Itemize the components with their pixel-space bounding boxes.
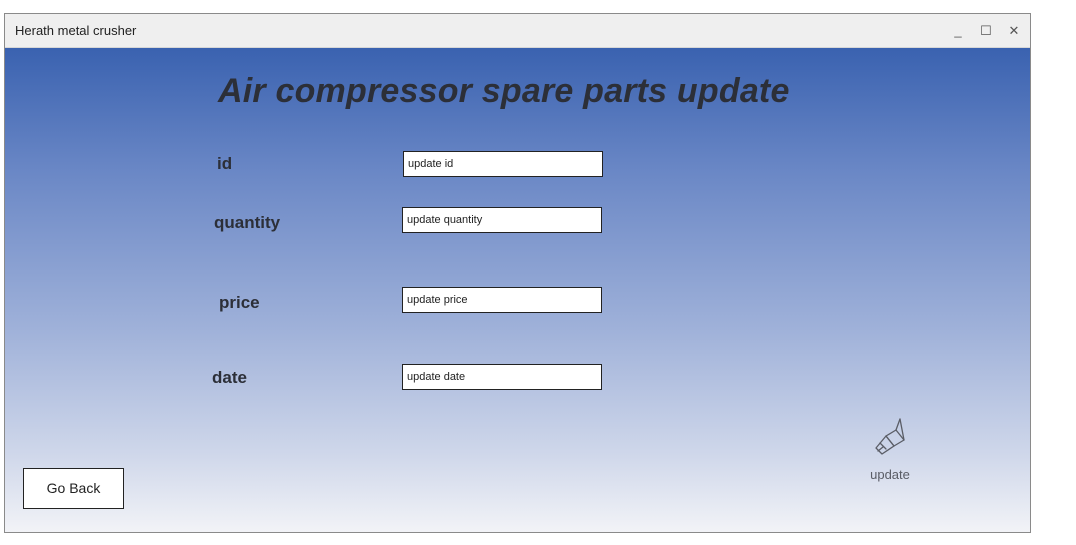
quantity-input[interactable]: [402, 207, 602, 233]
date-input[interactable]: [402, 364, 602, 390]
close-button[interactable]: ✕: [1005, 22, 1023, 40]
date-label: date: [212, 368, 247, 387]
form-panel: Air compressor spare parts update id qua…: [5, 48, 1030, 532]
id-input[interactable]: [403, 151, 603, 177]
go-back-button[interactable]: Go Back: [23, 468, 124, 509]
update-label: update: [870, 467, 910, 482]
broom-icon: [875, 418, 905, 455]
page-title: Air compressor spare parts update: [218, 72, 790, 110]
id-label: id: [217, 154, 233, 173]
update-button[interactable]: update: [860, 416, 920, 488]
maximize-button[interactable]: ☐: [977, 22, 995, 40]
price-label: price: [219, 293, 260, 312]
title-bar: Herath metal crusher _ ☐ ✕: [5, 14, 1030, 48]
price-input[interactable]: [402, 287, 602, 313]
minimize-button[interactable]: _: [949, 22, 967, 40]
window-title: Herath metal crusher: [15, 23, 137, 38]
quantity-label: quantity: [214, 213, 281, 232]
app-window: Herath metal crusher _ ☐ ✕ Air compresso…: [4, 13, 1031, 533]
